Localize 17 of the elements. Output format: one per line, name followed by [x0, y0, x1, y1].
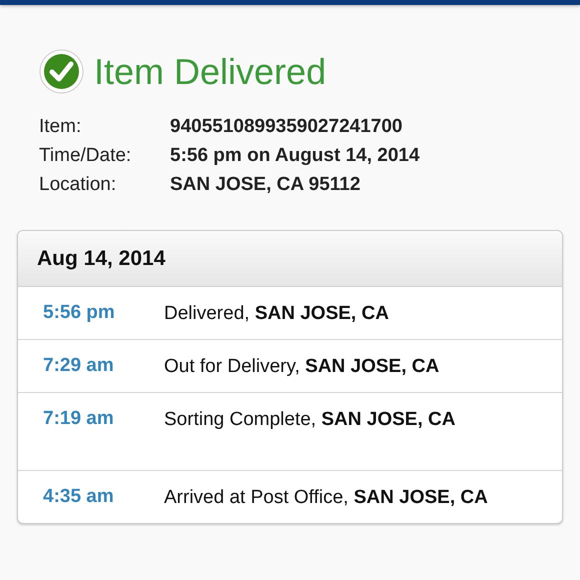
event-description: Sorting Complete, SAN JOSE, CA: [164, 408, 456, 432]
detail-label: Item:: [39, 115, 82, 139]
check-icon: [39, 49, 84, 94]
detail-label: Time/Date:: [39, 144, 132, 168]
event-time: 5:56 pm: [43, 301, 116, 325]
event-description: Arrived at Post Office, SAN JOSE, CA: [164, 486, 488, 510]
detail-label: Location:: [39, 173, 118, 197]
event-time: 4:35 am: [43, 485, 115, 509]
event-time: 7:29 am: [43, 354, 115, 378]
history-date: Aug 14, 2014: [37, 246, 166, 272]
detail-value: 5:56 pm on August 14, 2014: [170, 144, 420, 168]
event-time: 7:19 am: [43, 407, 115, 431]
detail-value: SAN JOSE, CA 95112: [170, 173, 360, 197]
status-title: Item Delivered: [94, 54, 326, 90]
detail-value: 9405510899359027241700: [170, 115, 402, 139]
event-description: Out for Delivery, SAN JOSE, CA: [164, 355, 440, 379]
event-description: Delivered, SAN JOSE, CA: [164, 302, 389, 326]
